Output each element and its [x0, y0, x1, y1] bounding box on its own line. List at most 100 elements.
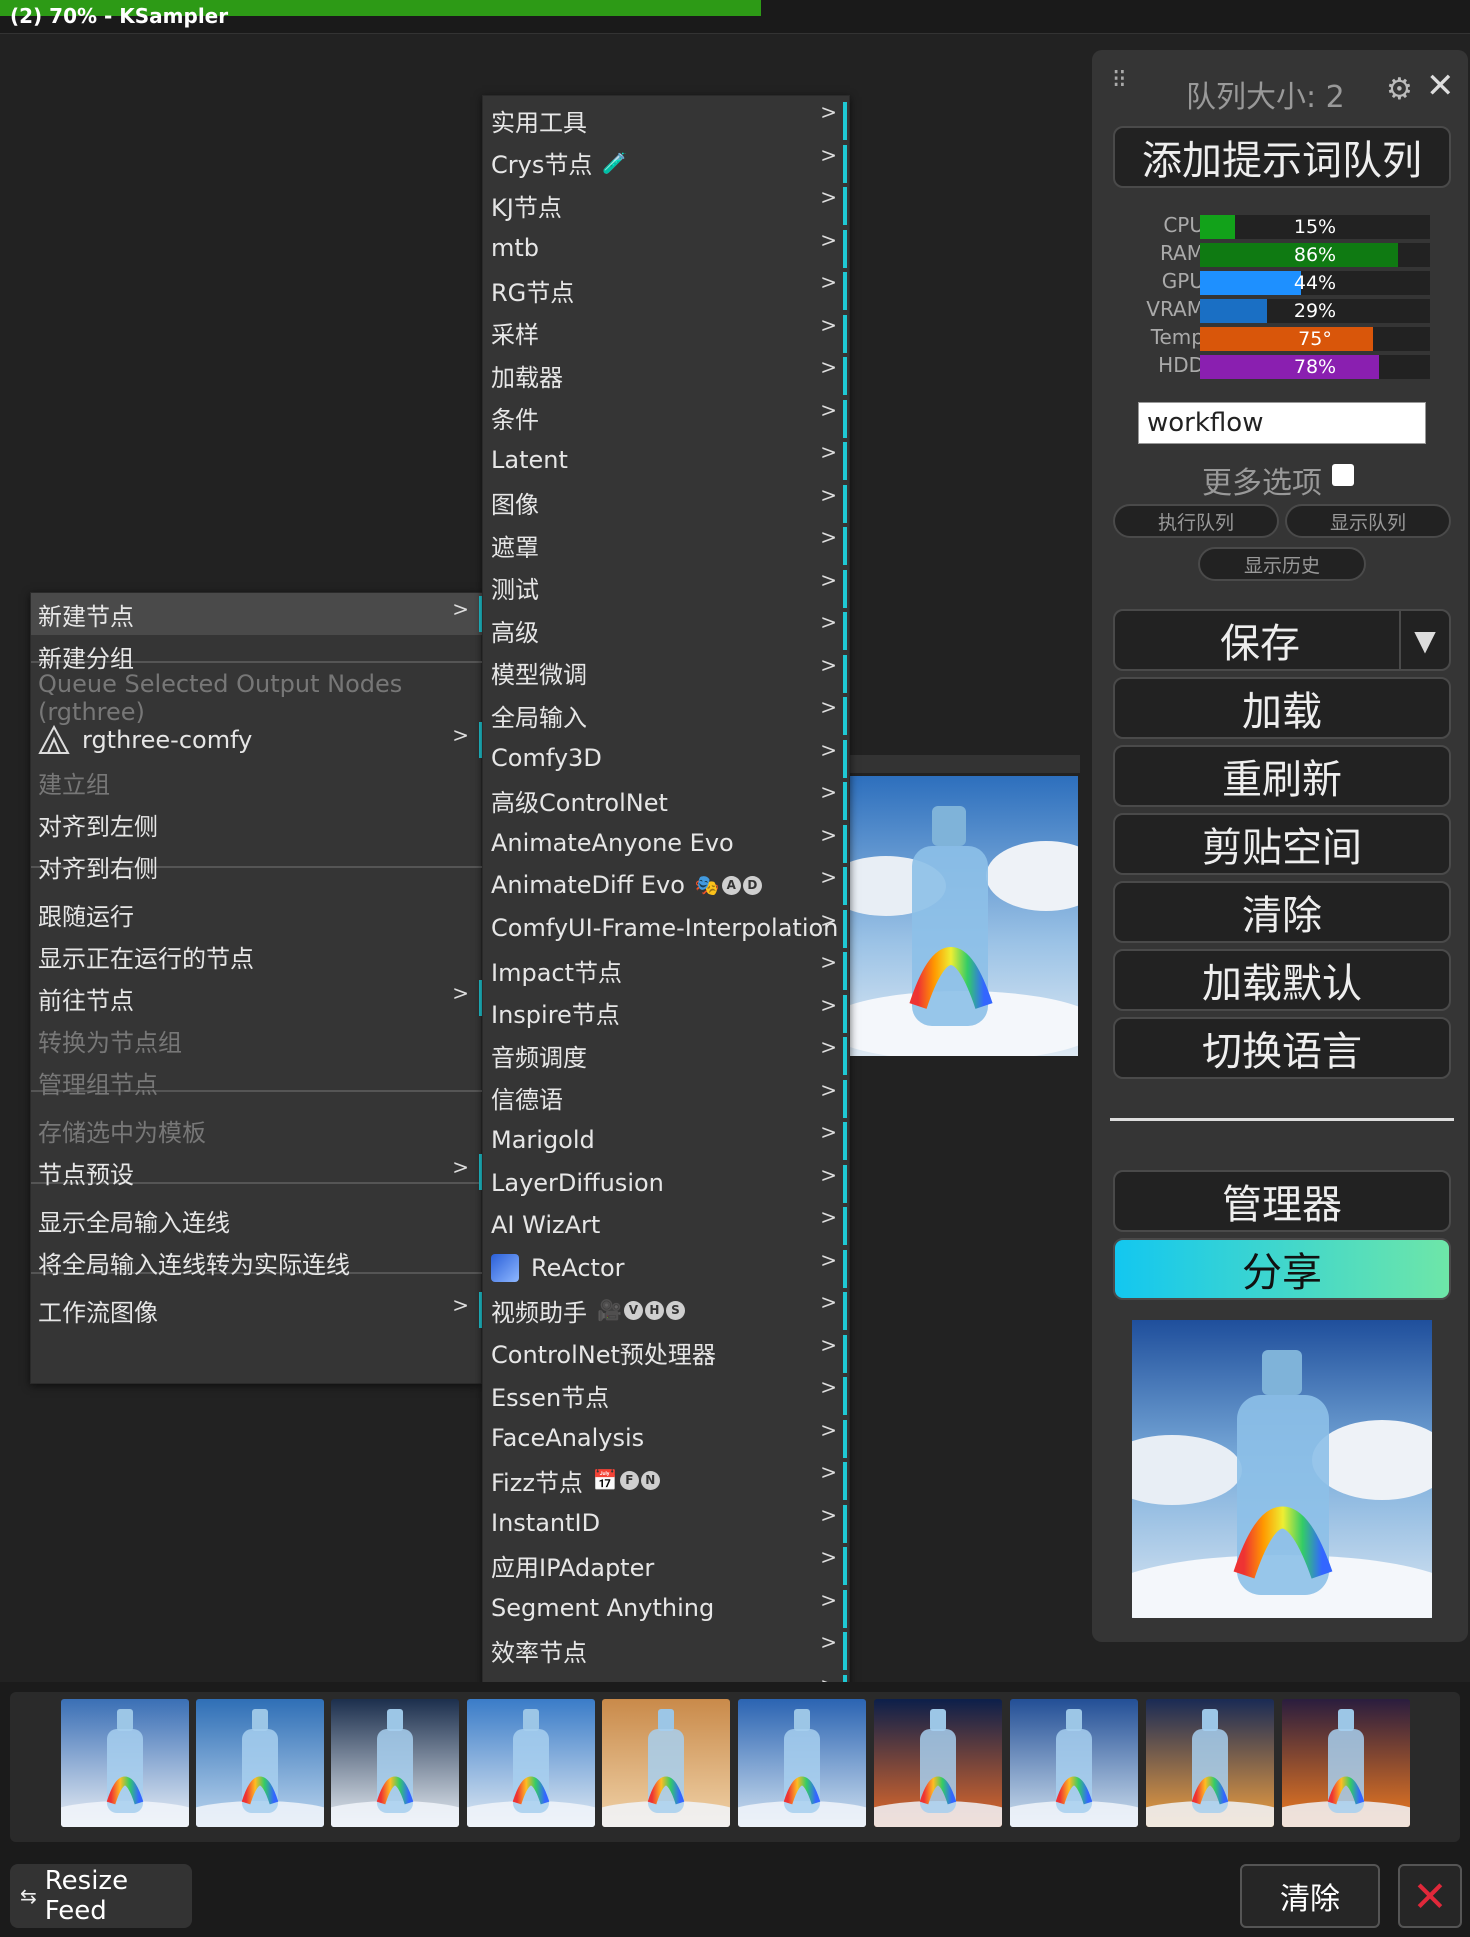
submenu-indicator: [843, 229, 847, 268]
feed-thumbnail[interactable]: [196, 1699, 324, 1827]
load-button[interactable]: 加载: [1113, 677, 1451, 739]
submenu-item[interactable]: InstantID >: [483, 1503, 851, 1543]
submenu-item[interactable]: Essen节点 >: [483, 1375, 851, 1415]
feed-thumbnail[interactable]: [602, 1699, 730, 1827]
context-menu-item[interactable]: 工作流图像 >: [31, 1289, 483, 1331]
submenu-item[interactable]: LayerDiffusion >: [483, 1163, 851, 1203]
show-queue-button[interactable]: 显示队列: [1285, 504, 1451, 538]
load-default-button[interactable]: 加载默认: [1113, 949, 1451, 1011]
submenu-item-label: FaceAnalysis: [491, 1423, 645, 1452]
submenu-indicator: [843, 484, 847, 523]
submenu-indicator: [843, 1122, 847, 1160]
clear-button[interactable]: 清除: [1113, 881, 1451, 943]
manager-button[interactable]: 管理器: [1113, 1170, 1451, 1232]
submenu-item[interactable]: RG节点 >: [483, 270, 851, 310]
latest-output-preview[interactable]: [1132, 1320, 1432, 1618]
submenu-item[interactable]: KJ节点 >: [483, 185, 851, 225]
feed-close-button[interactable]: ✕: [1398, 1864, 1462, 1928]
context-menu-item[interactable]: 将全局输入连线转为实际连线: [31, 1241, 483, 1283]
submenu-item[interactable]: AI WizArt >: [483, 1205, 851, 1245]
submenu-item[interactable]: ControlNet预处理器 >: [483, 1333, 851, 1373]
feed-clear-button[interactable]: 清除: [1240, 1864, 1380, 1928]
feed-thumbnail[interactable]: [738, 1699, 866, 1827]
submenu-item[interactable]: ComfyUI-Frame-Interpolation >: [483, 908, 851, 948]
submenu-item[interactable]: 应用IPAdapter >: [483, 1545, 851, 1585]
chevron-right-icon: >: [820, 440, 837, 464]
submenu-item[interactable]: 高级 >: [483, 610, 851, 650]
submenu-item[interactable]: Marigold >: [483, 1120, 851, 1160]
submenu-item[interactable]: AnimateAnyone Evo >: [483, 823, 851, 863]
submenu-item[interactable]: Latent >: [483, 440, 851, 480]
context-menu-item[interactable]: 新建节点 >: [31, 593, 483, 635]
switch-language-button[interactable]: 切换语言: [1113, 1017, 1451, 1079]
context-menu-item[interactable]: 节点预设 >: [31, 1151, 483, 1193]
chevron-right-icon: >: [820, 992, 837, 1017]
context-menu-item[interactable]: 跟随运行: [31, 893, 483, 935]
feed-thumbnail[interactable]: [331, 1699, 459, 1827]
submenu-item[interactable]: 加载器 >: [483, 355, 851, 395]
submenu-item[interactable]: 测试 >: [483, 568, 851, 608]
chevron-right-icon: >: [820, 525, 837, 549]
add-prompt-queue-button[interactable]: 添加提示词队列: [1113, 126, 1451, 188]
feed-thumbnail[interactable]: [1010, 1699, 1138, 1827]
close-icon[interactable]: ✕: [1426, 66, 1455, 106]
context-menu-item[interactable]: 显示全局输入连线: [31, 1199, 483, 1241]
stat-value: 15%: [1293, 216, 1337, 238]
feed-thumbnail[interactable]: [1146, 1699, 1274, 1827]
workflow-name-input[interactable]: [1138, 402, 1426, 444]
context-menu-item[interactable]: 前往节点 >: [31, 977, 483, 1019]
divider: [1110, 1118, 1454, 1121]
submenu-item[interactable]: 高级ControlNet >: [483, 780, 851, 820]
submenu-item[interactable]: AnimateDiff Evo 🎭 A D >: [483, 865, 851, 905]
submenu-item[interactable]: Segment Anything >: [483, 1588, 851, 1628]
resize-feed-button[interactable]: ⇆ Resize Feed: [10, 1864, 192, 1928]
gear-icon[interactable]: ⚙: [1386, 72, 1413, 107]
stat-value: 86%: [1293, 244, 1337, 266]
queue-size-label: 队列大小: 2: [1186, 80, 1345, 115]
submenu-item[interactable]: Crys节点 🧪 >: [483, 143, 851, 183]
refresh-button[interactable]: 重刷新: [1113, 745, 1451, 807]
submenu-item[interactable]: Comfy3D >: [483, 738, 851, 778]
submenu-item[interactable]: 图像 >: [483, 483, 851, 523]
submenu-item-label: Segment Anything: [491, 1593, 715, 1622]
submenu-item[interactable]: 条件 >: [483, 398, 851, 438]
node-title-bar[interactable]: [845, 755, 1080, 773]
context-menu-item[interactable]: 对齐到右侧: [31, 845, 483, 887]
clipspace-button[interactable]: 剪贴空间: [1113, 813, 1451, 875]
submenu-item[interactable]: Fizz节点 📅 F N >: [483, 1460, 851, 1500]
submenu-item[interactable]: 遮罩 >: [483, 525, 851, 565]
submenu-indicator: [843, 527, 847, 565]
submenu-item[interactable]: Inspire节点 >: [483, 993, 851, 1033]
context-menu-item[interactable]: rgthree-comfy >: [31, 719, 483, 761]
submenu-item[interactable]: mtb >: [483, 228, 851, 268]
submenu-item[interactable]: 全局输入 >: [483, 695, 851, 735]
submenu-item[interactable]: 音频调度 >: [483, 1035, 851, 1075]
submenu-item[interactable]: 信德语 >: [483, 1078, 851, 1118]
save-dropdown-arrow[interactable]: ▼: [1399, 611, 1449, 669]
submenu-item[interactable]: 视频助手 🎥 V H S >: [483, 1290, 851, 1330]
stat-row-cpu: CPU 15%: [1130, 213, 1430, 239]
submenu-item[interactable]: 效率节点 >: [483, 1630, 851, 1670]
drag-handle-icon[interactable]: ⁝⁝: [1112, 66, 1126, 92]
feed-thumbnail[interactable]: [61, 1699, 189, 1827]
share-button[interactable]: 分享: [1113, 1238, 1451, 1300]
chevron-right-icon: >: [820, 1630, 837, 1654]
submenu-item[interactable]: ReActor >: [483, 1248, 851, 1288]
context-menu-item[interactable]: 显示正在运行的节点: [31, 935, 483, 977]
more-options-checkbox[interactable]: [1332, 464, 1354, 486]
feed-thumbnail[interactable]: [874, 1699, 1002, 1827]
submenu-item[interactable]: 实用工具 >: [483, 100, 851, 140]
submenu-indicator: [843, 357, 847, 395]
show-history-button[interactable]: 显示历史: [1198, 547, 1366, 581]
submenu-indicator: [843, 1377, 847, 1415]
feed-thumbnail[interactable]: [1282, 1699, 1410, 1827]
submenu-item[interactable]: Impact节点 >: [483, 950, 851, 990]
submenu-item[interactable]: 采样 >: [483, 313, 851, 353]
chevron-right-icon: >: [820, 227, 837, 252]
submenu-item[interactable]: 模型微调 >: [483, 653, 851, 693]
chevron-right-icon: >: [820, 822, 837, 847]
submenu-item[interactable]: FaceAnalysis >: [483, 1418, 851, 1458]
exec-queue-button[interactable]: 执行队列: [1113, 504, 1279, 538]
context-menu-item[interactable]: 对齐到左侧: [31, 803, 483, 845]
feed-thumbnail[interactable]: [467, 1699, 595, 1827]
